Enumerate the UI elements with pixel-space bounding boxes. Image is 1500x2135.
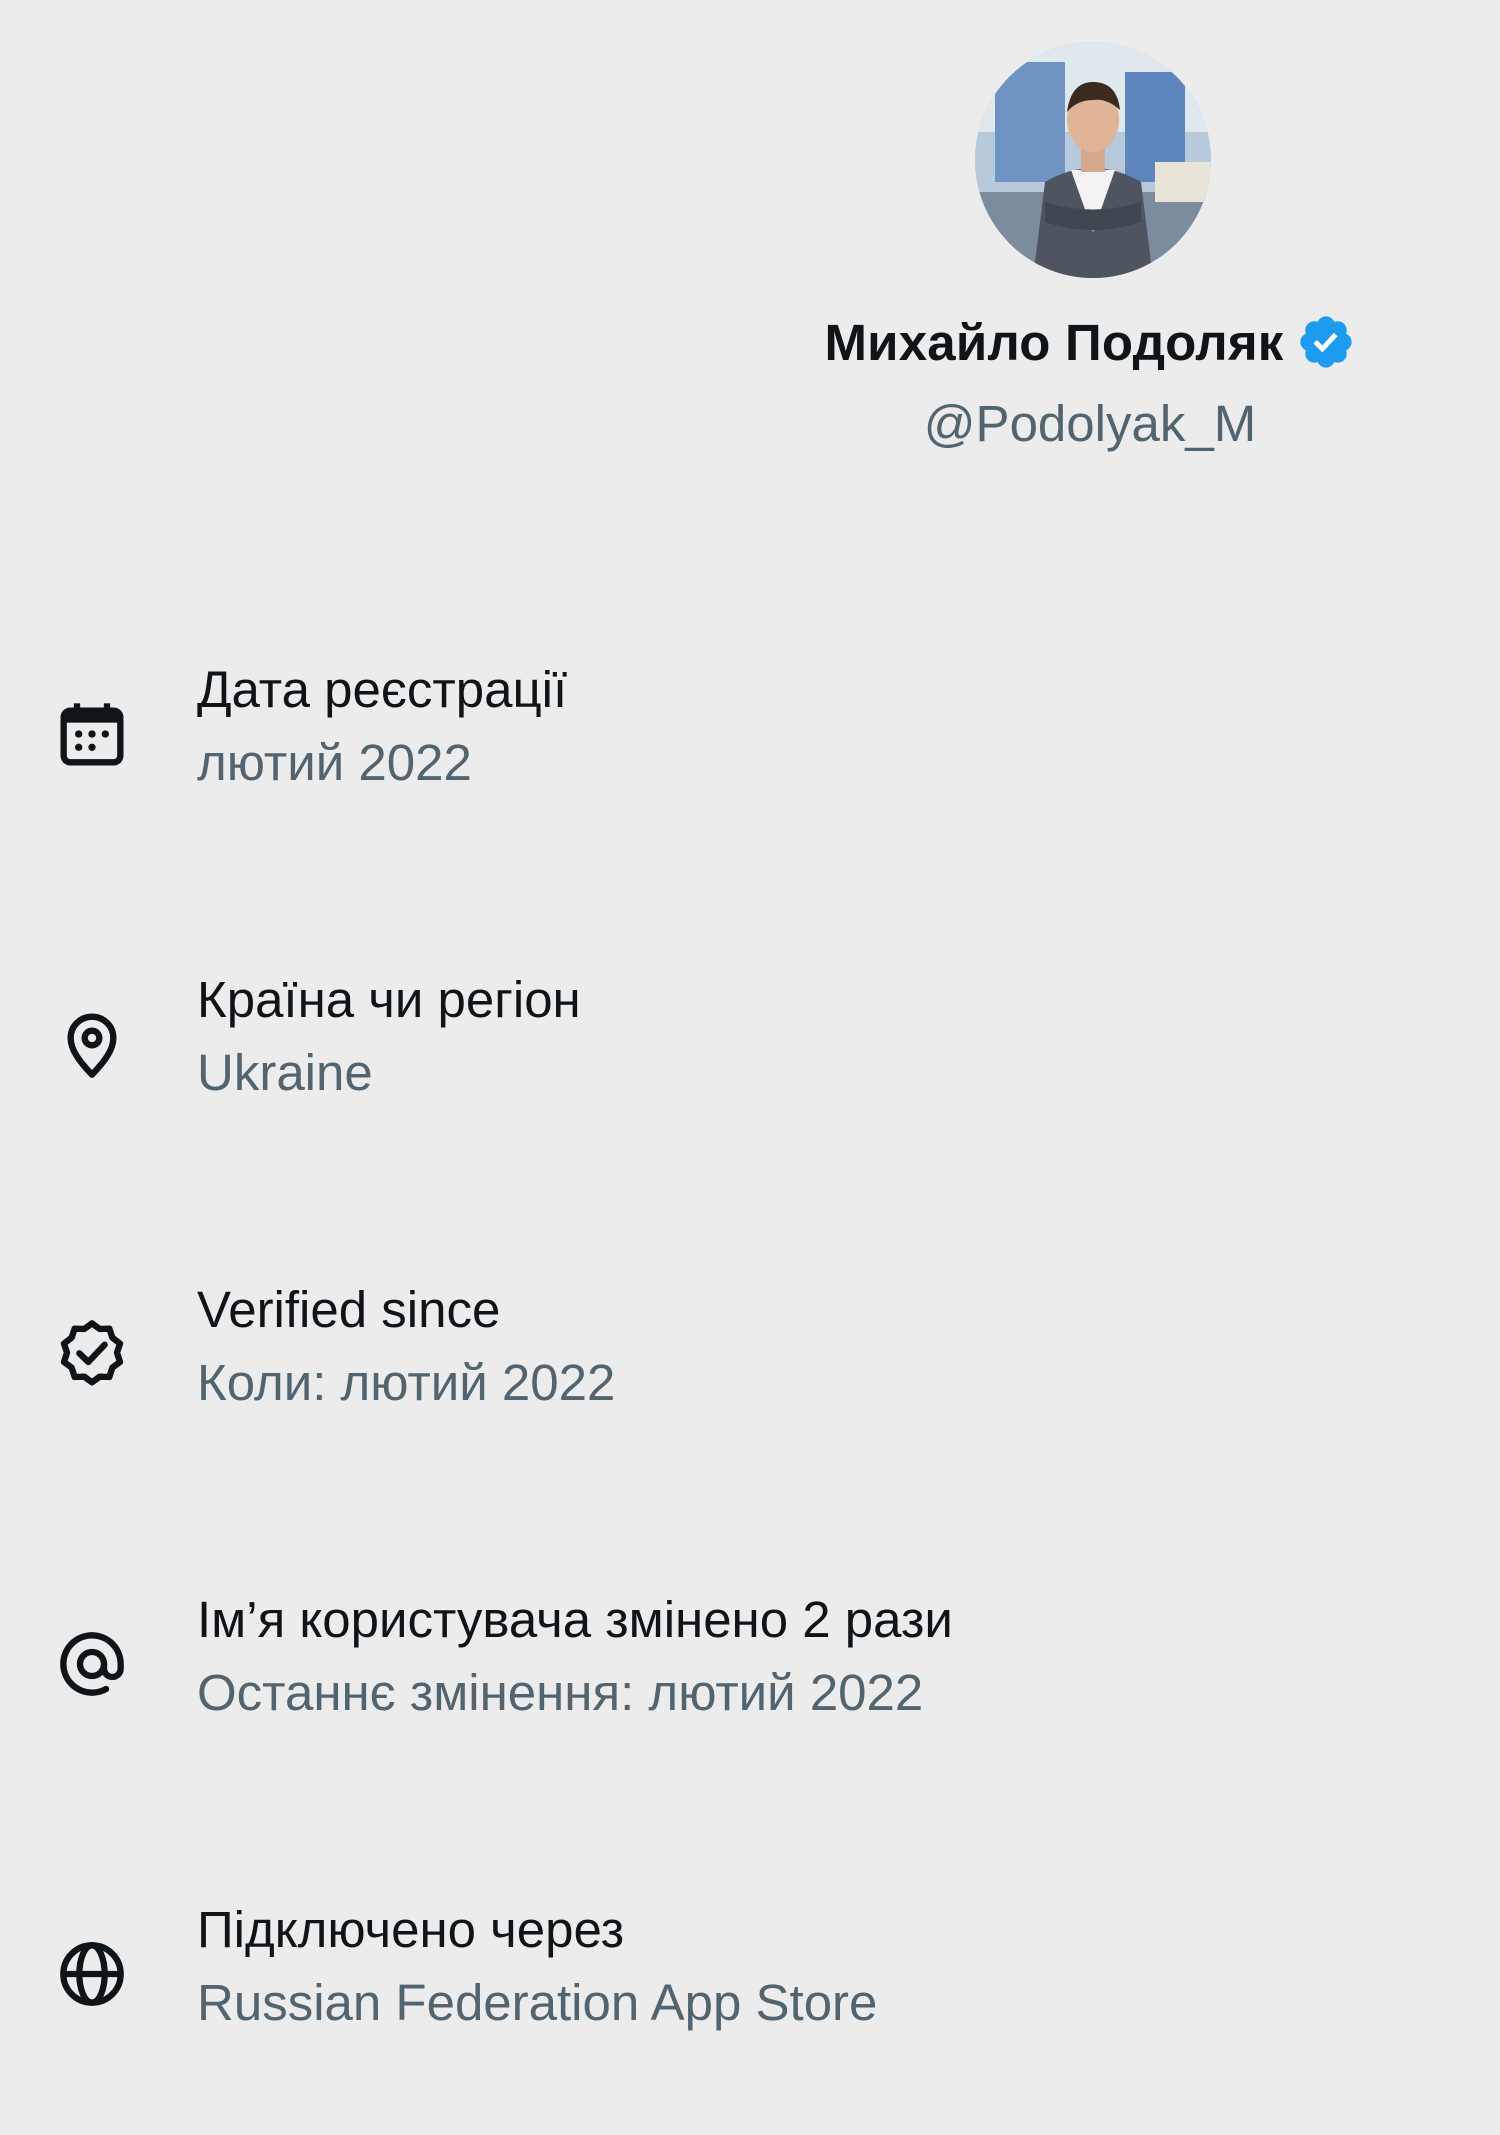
info-title: Verified since bbox=[197, 1281, 501, 1338]
handle[interactable]: @Podolyak_M bbox=[0, 394, 1500, 453]
info-value: лютий 2022 bbox=[197, 734, 472, 791]
profile-header: Михайло Подоляк @Podolyak_M bbox=[0, 0, 1500, 470]
info-row-username-changes: Ім’я користувача змінено 2 рази Останнє … bbox=[0, 1590, 1500, 1750]
calendar-icon bbox=[52, 694, 132, 774]
info-value: Коли: лютий 2022 bbox=[197, 1354, 616, 1411]
info-title: Підключено через bbox=[197, 1901, 625, 1958]
info-row-verified-since: Verified since Коли: лютий 2022 bbox=[0, 1280, 1500, 1440]
at-sign-icon bbox=[52, 1624, 132, 1704]
verified-badge-icon[interactable] bbox=[1296, 312, 1356, 372]
info-title: Країна чи регіон bbox=[197, 971, 581, 1028]
info-value: Останнє змінення: лютий 2022 bbox=[197, 1664, 924, 1721]
info-row-country: Країна чи регіон Ukraine bbox=[0, 970, 1500, 1130]
profile-photo-icon bbox=[975, 42, 1211, 278]
info-row-registration-date: Дата реєстрації лютий 2022 bbox=[0, 660, 1500, 820]
verified-check-icon bbox=[52, 1314, 132, 1394]
info-title: Дата реєстрації bbox=[197, 661, 568, 718]
display-name: Михайло Подоляк bbox=[824, 313, 1284, 371]
info-value: Ukraine bbox=[197, 1044, 373, 1101]
globe-icon bbox=[52, 1934, 132, 2014]
info-value: Russian Federation App Store bbox=[197, 1974, 878, 2031]
location-pin-icon bbox=[52, 1004, 132, 1084]
info-row-connected-via: Підключено через Russian Federation App … bbox=[0, 1900, 1500, 2060]
info-title: Ім’я користувача змінено 2 рази bbox=[197, 1591, 953, 1648]
avatar[interactable] bbox=[975, 42, 1211, 278]
name-row: Михайло Подоляк bbox=[0, 312, 1500, 372]
